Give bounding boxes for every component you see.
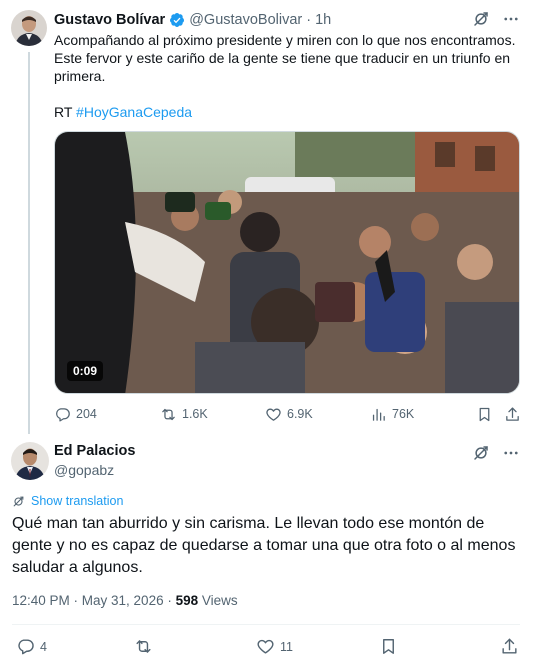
- like-button[interactable]: 11: [256, 637, 293, 656]
- like-count: 6.9K: [287, 407, 313, 421]
- tweet-header: Gustavo Bolívar @GustavoBolivar · 1h: [54, 10, 331, 30]
- author-name[interactable]: Ed Palacios: [54, 443, 135, 459]
- tweet-text-line: Acompañando al próximo presidente y mire…: [54, 32, 516, 48]
- tweet-retweet-line: RT #HoyGanaCepeda: [54, 103, 192, 121]
- video-player[interactable]: 0:09: [54, 131, 520, 394]
- reply-button[interactable]: 204: [54, 406, 97, 423]
- heart-icon: [257, 639, 274, 654]
- views-label: Views: [198, 593, 238, 608]
- views-count: 76K: [392, 407, 415, 421]
- reply-button[interactable]: 4: [16, 637, 47, 656]
- retweet-button[interactable]: [134, 637, 153, 656]
- views-chart-icon: [372, 408, 385, 421]
- grok-icon[interactable]: [472, 10, 490, 28]
- reply-count: 4: [40, 639, 47, 654]
- tweet-actions-bar: 204 1.6K 6.9K 76K: [54, 404, 520, 424]
- more-icon[interactable]: [502, 444, 520, 462]
- retweet-icon: [136, 640, 151, 653]
- bookmark-button[interactable]: [379, 637, 398, 656]
- tweet-meta: 12:40 PM · May 31, 2026 · 598 Views: [12, 593, 238, 608]
- reply-icon: [18, 639, 34, 655]
- avatar[interactable]: [11, 442, 49, 480]
- show-translation-label: Show translation: [31, 494, 124, 508]
- tweet-text-line: Este fervor y este cariño de la gente se…: [54, 50, 511, 66]
- tweet-top-actions: [472, 444, 520, 462]
- show-translation-link[interactable]: Show translation: [12, 494, 123, 508]
- reply-count: 204: [76, 407, 97, 421]
- bookmark-icon: [383, 639, 394, 654]
- share-icon: [506, 406, 519, 421]
- video-duration: 0:09: [67, 361, 104, 381]
- tweet-text: Acompañando al próximo presidente y mire…: [54, 31, 524, 85]
- verified-badge-icon: [169, 12, 185, 28]
- hashtag-link[interactable]: #HoyGanaCepeda: [76, 104, 192, 120]
- more-icon[interactable]: [502, 10, 520, 28]
- tweet-timestamp[interactable]: 12:40 PM · May 31, 2026 ·: [12, 593, 176, 608]
- author-handle[interactable]: @GustavoBolivar: [189, 12, 302, 28]
- share-button[interactable]: [504, 406, 521, 423]
- tweet-top-actions: [472, 10, 520, 28]
- author-name[interactable]: Gustavo Bolívar: [54, 12, 165, 28]
- author-handle[interactable]: @gopabz: [54, 462, 114, 478]
- like-count: 11: [280, 639, 293, 654]
- avatar[interactable]: [11, 10, 47, 46]
- retweet-count: 1.6K: [182, 407, 208, 421]
- bookmark-button[interactable]: [476, 406, 493, 423]
- video-thumbnail: [55, 132, 519, 393]
- share-button[interactable]: [500, 637, 519, 656]
- share-icon: [502, 638, 517, 654]
- tweet-text: Qué man tan aburrido y sin carisma. Le l…: [12, 515, 516, 576]
- bookmark-icon: [479, 407, 490, 421]
- retweet-icon: [162, 408, 175, 420]
- tweet-text-line: primera.: [54, 68, 106, 84]
- like-button[interactable]: 6.9K: [265, 406, 313, 423]
- views-button[interactable]: 76K: [370, 406, 414, 423]
- separator-dot: ·: [306, 12, 312, 28]
- tweet-actions-bar: 4 11: [12, 637, 520, 657]
- reply-icon: [56, 407, 70, 422]
- grok-icon[interactable]: [472, 444, 490, 462]
- rt-prefix: RT: [54, 104, 73, 120]
- retweet-button[interactable]: 1.6K: [160, 406, 208, 423]
- heart-icon: [266, 408, 281, 421]
- thread-connector-line: [28, 52, 30, 434]
- views-count: 598: [175, 593, 199, 608]
- tweet-time[interactable]: 1h: [315, 12, 331, 28]
- divider: [12, 624, 520, 625]
- translate-icon: [13, 496, 24, 506]
